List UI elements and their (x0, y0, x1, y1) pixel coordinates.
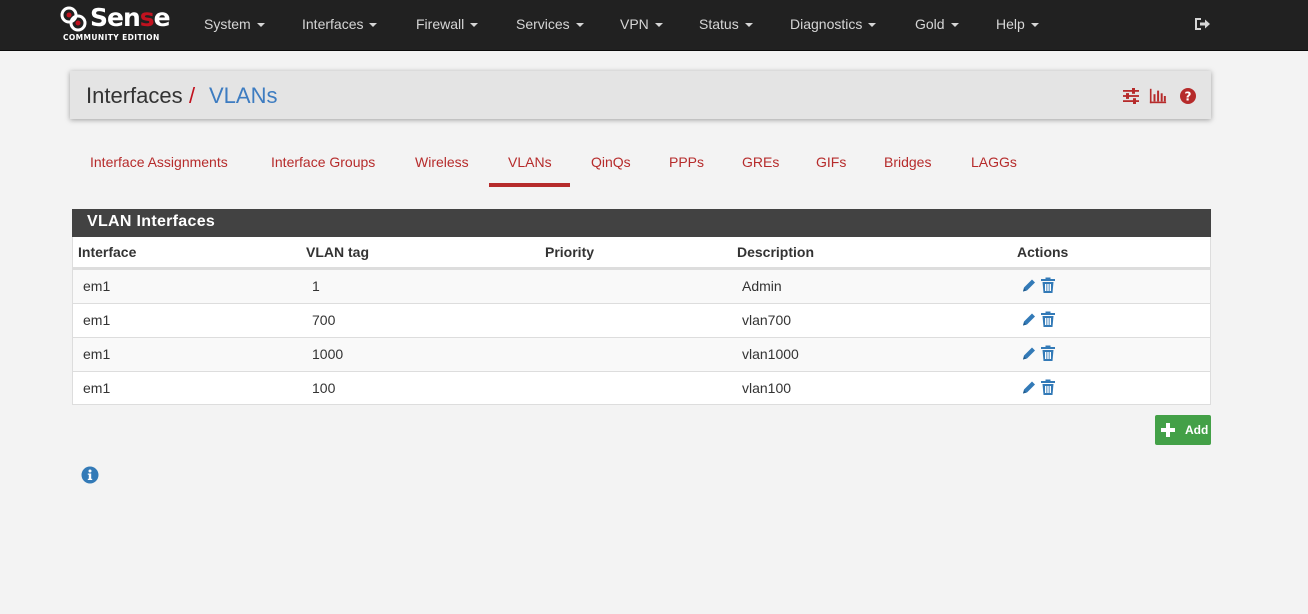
caret-down-icon (744, 23, 753, 27)
pencil-icon[interactable] (1021, 379, 1037, 396)
cell-vlan-tag: 1000 (312, 346, 344, 362)
caret-down-icon (369, 23, 378, 27)
caret-down-icon (950, 23, 959, 27)
tab-gres[interactable]: GREs (742, 154, 779, 170)
trash-icon[interactable] (1040, 379, 1056, 396)
svg-text:?: ? (1185, 89, 1192, 103)
add-vlan-button[interactable]: Add (1155, 415, 1211, 445)
caret-down-icon (1030, 23, 1039, 27)
tab-wireless[interactable]: Wireless (415, 154, 469, 170)
tab-interface-groups[interactable]: Interface Groups (271, 154, 375, 170)
info-circle-icon[interactable] (81, 466, 99, 484)
cell-interface: em1 (83, 278, 111, 294)
nav-help[interactable]: Help (996, 16, 1039, 32)
panel-title: VLAN Interfaces (87, 213, 216, 230)
caret-down-icon (470, 23, 479, 27)
caret-down-icon (868, 23, 877, 27)
table-row: em1 100 vlan100 (73, 371, 1210, 405)
pfsense-logo[interactable]: Sense COMMUNITY EDITION (60, 3, 174, 46)
nav-interfaces[interactable]: Interfaces (302, 16, 378, 32)
tab-interface-assignments[interactable]: Interface Assignments (90, 154, 228, 170)
tab-ppps[interactable]: PPPs (669, 154, 704, 170)
top-navbar: Sense COMMUNITY EDITION System Interface… (0, 0, 1308, 51)
cell-interface: em1 (83, 380, 111, 396)
nav-vpn[interactable]: VPN (620, 16, 663, 32)
brand-edition: COMMUNITY EDITION (63, 33, 160, 42)
trash-icon[interactable] (1040, 311, 1056, 328)
tab-qinqs[interactable]: QinQs (591, 154, 631, 170)
column-header-actions: Actions (1017, 244, 1069, 260)
breadcrumb-current[interactable]: VLANs (209, 83, 277, 109)
cell-interface: em1 (83, 346, 111, 362)
cell-interface: em1 (83, 312, 111, 328)
nav-diagnostics[interactable]: Diagnostics (790, 16, 877, 32)
nav-status[interactable]: Status (699, 16, 753, 32)
tab-laggs[interactable]: LAGGs (971, 154, 1017, 170)
cell-vlan-tag: 100 (312, 380, 336, 396)
trash-icon[interactable] (1040, 277, 1056, 294)
brand-name: Sense (90, 3, 171, 32)
cell-vlan-tag: 1 (312, 278, 320, 294)
column-header-interface[interactable]: Interface (78, 244, 136, 260)
page-header: Interfaces / VLANs ? (70, 71, 1211, 119)
cell-description: Admin (742, 278, 782, 294)
active-tab-indicator (489, 183, 570, 187)
sliders-icon[interactable] (1122, 87, 1140, 105)
add-button-label: Add (1185, 423, 1209, 437)
pencil-icon[interactable] (1021, 311, 1037, 328)
pencil-icon[interactable] (1021, 277, 1037, 294)
table-row: em1 1 Admin (73, 269, 1210, 303)
pfsense-logo-icon (60, 6, 87, 32)
nav-services[interactable]: Services (516, 16, 584, 32)
column-header-vlan-tag[interactable]: VLAN tag (306, 244, 369, 260)
question-circle-icon[interactable]: ? (1179, 87, 1197, 105)
nav-system[interactable]: System (204, 16, 265, 32)
pencil-icon[interactable] (1021, 345, 1037, 362)
caret-down-icon (256, 23, 265, 27)
vlan-interfaces-panel: VLAN Interfaces Interface VLAN tag Prior… (72, 209, 1211, 405)
tab-bridges[interactable]: Bridges (884, 154, 931, 170)
cell-description: vlan100 (742, 380, 792, 396)
cell-vlan-tag: 700 (312, 312, 336, 328)
trash-icon[interactable] (1040, 345, 1056, 362)
table-row: em1 1000 vlan1000 (73, 337, 1210, 371)
tab-gifs[interactable]: GIFs (816, 154, 846, 170)
caret-down-icon (654, 23, 663, 27)
column-header-priority[interactable]: Priority (545, 244, 594, 260)
column-header-description[interactable]: Description (737, 244, 814, 260)
plus-icon (1161, 423, 1175, 437)
bar-chart-icon[interactable] (1149, 87, 1167, 105)
cell-description: vlan1000 (742, 346, 799, 362)
caret-down-icon (575, 23, 584, 27)
breadcrumb-root[interactable]: Interfaces (86, 83, 183, 109)
nav-gold[interactable]: Gold (915, 16, 959, 32)
tab-vlans[interactable]: VLANs (508, 154, 552, 170)
sign-out-icon[interactable] (1193, 15, 1211, 33)
table-row: em1 700 vlan700 (73, 303, 1210, 337)
cell-description: vlan700 (742, 312, 792, 328)
nav-firewall[interactable]: Firewall (416, 16, 479, 32)
panel-header: VLAN Interfaces (72, 209, 1211, 237)
breadcrumb-separator: / (189, 83, 196, 108)
